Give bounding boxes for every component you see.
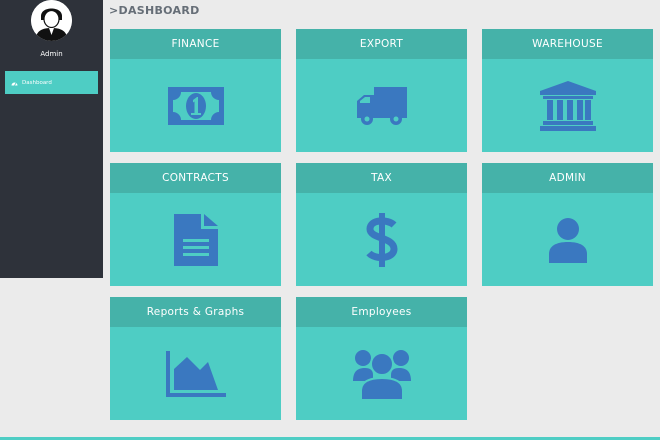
export-card[interactable]: EXPORT	[296, 29, 467, 152]
sidebar-item-label: Dashboard	[22, 79, 52, 86]
card-title: CONTRACTS	[110, 163, 281, 193]
card-title: Reports & Graphs	[110, 297, 281, 327]
admin-card[interactable]: ADMIN	[482, 163, 653, 286]
card-title: TAX	[296, 163, 467, 193]
area-chart-icon	[110, 327, 281, 420]
card-title: Employees	[296, 297, 467, 327]
card-title: FINANCE	[110, 29, 281, 59]
card-title: EXPORT	[296, 29, 467, 59]
sidebar: Admin Dashboard	[0, 0, 103, 278]
contracts-card[interactable]: CONTRACTS	[110, 163, 281, 286]
sidebar-item-dashboard[interactable]: Dashboard	[5, 71, 98, 94]
avatar[interactable]	[31, 0, 72, 41]
warehouse-card[interactable]: WAREHOUSE	[482, 29, 653, 152]
finance-card[interactable]: FINANCE	[110, 29, 281, 152]
institution-icon	[482, 59, 653, 152]
dollar-icon	[296, 193, 467, 286]
user-avatar-icon	[31, 0, 72, 41]
truck-icon	[296, 59, 467, 152]
username: Admin	[40, 50, 63, 58]
tax-card[interactable]: TAX	[296, 163, 467, 286]
reports-graphs-card[interactable]: Reports & Graphs	[110, 297, 281, 420]
document-icon	[110, 193, 281, 286]
employees-card[interactable]: Employees	[296, 297, 467, 420]
banknote-icon	[110, 59, 281, 152]
card-title: WAREHOUSE	[482, 29, 653, 59]
dashboard-icon	[11, 80, 18, 86]
breadcrumb: >DASHBOARD	[109, 4, 200, 17]
card-title: ADMIN	[482, 163, 653, 193]
users-icon	[296, 327, 467, 420]
user-icon	[482, 193, 653, 286]
